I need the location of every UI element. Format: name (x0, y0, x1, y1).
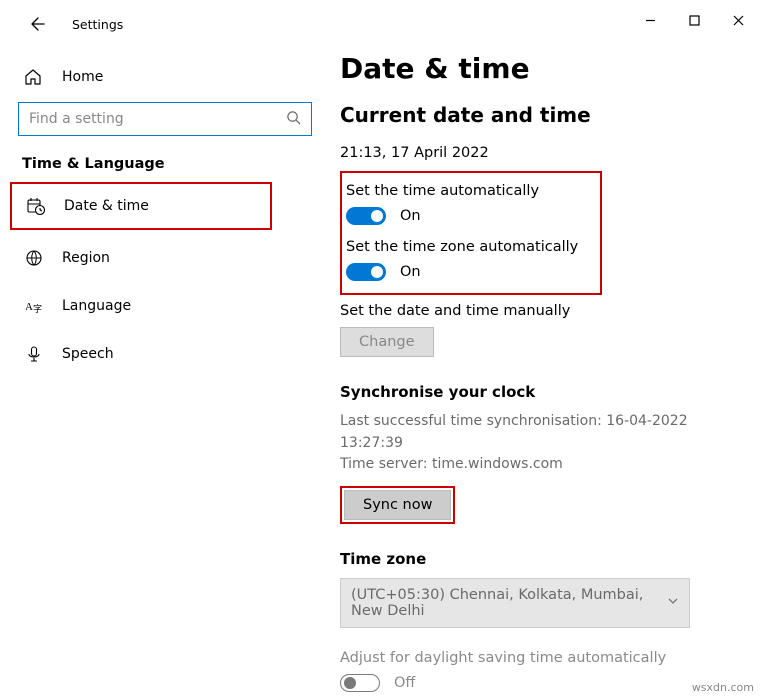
sync-last: Last successful time synchronisation: 16… (340, 411, 732, 454)
close-button[interactable] (716, 6, 760, 34)
watermark: wsxdn.com (692, 681, 754, 694)
highlighted-settings: Set the time automatically On Set the ti… (340, 171, 602, 295)
sidebar-item-label: Speech (62, 346, 114, 362)
content-pane: Date & time Current date and time 21:13,… (330, 0, 760, 700)
sync-now-button[interactable]: Sync now (344, 490, 451, 520)
auto-time-toggle[interactable] (346, 207, 386, 225)
timezone-dropdown[interactable]: (UTC+05:30) Chennai, Kolkata, Mumbai, Ne… (340, 578, 690, 628)
sync-highlight: Sync now (340, 486, 455, 524)
sidebar-item-label: Date & time (64, 198, 149, 214)
minimize-icon (645, 15, 656, 26)
current-datetime: 21:13, 17 April 2022 (340, 145, 732, 161)
window-controls (628, 6, 760, 34)
sync-heading: Synchronise your clock (340, 383, 732, 401)
sidebar: Settings Home Time & Language Date & tim… (0, 0, 330, 700)
close-icon (733, 15, 744, 26)
search-box[interactable] (18, 102, 312, 136)
search-input[interactable] (29, 111, 286, 127)
back-button[interactable] (24, 10, 52, 38)
microphone-icon (24, 344, 44, 364)
calendar-clock-icon (26, 196, 46, 216)
timezone-heading: Time zone (340, 550, 732, 568)
maximize-button[interactable] (672, 6, 716, 34)
search-icon (286, 110, 301, 129)
timezone-value: (UTC+05:30) Chennai, Kolkata, Mumbai, Ne… (351, 587, 667, 619)
dst-toggle (340, 674, 380, 692)
manual-label: Set the date and time manually (340, 303, 732, 319)
auto-zone-state: On (400, 264, 421, 280)
auto-time-label: Set the time automatically (346, 183, 600, 199)
sidebar-item-label: Region (62, 250, 110, 266)
language-icon: A字 (24, 296, 44, 316)
svg-text:字: 字 (33, 303, 42, 314)
auto-zone-label: Set the time zone automatically (346, 239, 600, 255)
window-title: Settings (72, 17, 123, 32)
sidebar-item-region[interactable]: Region (0, 234, 330, 282)
minimize-button[interactable] (628, 6, 672, 34)
settings-window: Settings Home Time & Language Date & tim… (0, 0, 760, 700)
dst-label: Adjust for daylight saving time automati… (340, 650, 732, 666)
auto-zone-toggle[interactable] (346, 263, 386, 281)
svg-text:A: A (25, 301, 33, 313)
sidebar-item-label: Language (62, 298, 131, 314)
dst-section: Adjust for daylight saving time automati… (340, 650, 732, 692)
home-nav[interactable]: Home (0, 58, 330, 96)
sync-section: Synchronise your clock Last successful t… (340, 383, 732, 524)
chevron-down-icon (667, 595, 679, 611)
home-label: Home (62, 69, 103, 85)
globe-icon (24, 248, 44, 268)
category-heading: Time & Language (0, 146, 330, 178)
page-title: Date & time (340, 52, 732, 85)
titlebar: Settings (0, 0, 330, 44)
change-button: Change (340, 327, 434, 357)
sidebar-item-speech[interactable]: Speech (0, 330, 330, 378)
sidebar-item-language[interactable]: A字 Language (0, 282, 330, 330)
section-heading: Current date and time (340, 103, 732, 127)
auto-time-state: On (400, 208, 421, 224)
back-arrow-icon (30, 16, 46, 32)
home-icon (24, 68, 42, 86)
dst-state: Off (394, 675, 415, 691)
sync-server: Time server: time.windows.com (340, 454, 732, 476)
sidebar-item-date-time[interactable]: Date & time (10, 182, 272, 230)
maximize-icon (689, 15, 700, 26)
timezone-section: Time zone (UTC+05:30) Chennai, Kolkata, … (340, 550, 732, 628)
